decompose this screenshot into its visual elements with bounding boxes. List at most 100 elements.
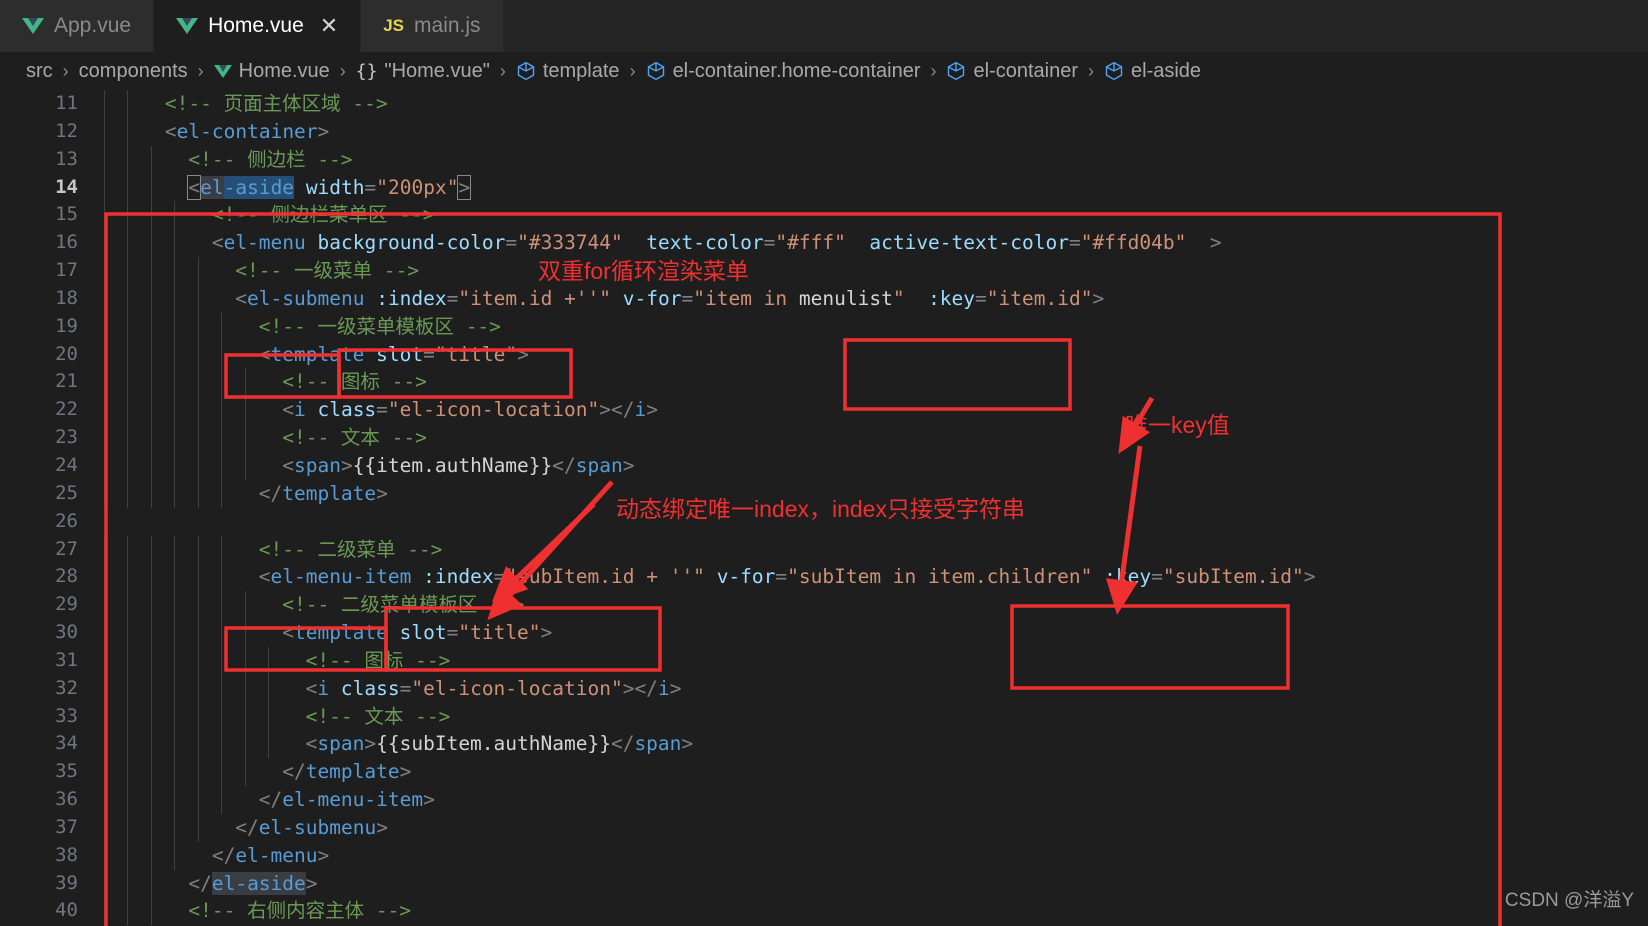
breadcrumb-item-home-vue-symbol[interactable]: {} "Home.vue": [356, 60, 490, 83]
indent-guide: [104, 869, 105, 898]
code-line[interactable]: 12 <el-container>: [0, 117, 1648, 146]
close-icon[interactable]: ✕: [320, 15, 338, 37]
line-number: 29: [55, 593, 78, 616]
indent-guide: [127, 591, 129, 620]
code-tokens: <!-- 一级菜单 -->: [235, 259, 419, 282]
breadcrumb-item-el-container[interactable]: el-container: [946, 60, 1078, 83]
code-line[interactable]: 16 <el-menu background-color="#333744" te…: [0, 229, 1648, 258]
code-line[interactable]: 19 <!-- 一级菜单模板区 -->: [0, 312, 1648, 341]
line-number: 15: [55, 203, 78, 226]
code-line[interactable]: 20 <template slot="title">: [0, 340, 1648, 369]
breadcrumb-item-home-vue[interactable]: Home.vue: [213, 60, 330, 83]
breadcrumb-label: el-container.home-container: [672, 59, 921, 82]
code-line[interactable]: 37 </el-submenu>: [0, 813, 1648, 842]
code-token: template: [282, 481, 377, 505]
code-token: span: [317, 732, 365, 756]
indent-guide: [197, 479, 199, 508]
code-token: i: [317, 676, 330, 700]
indent-guide: [127, 312, 129, 341]
indent-guide: [127, 674, 129, 703]
code-line[interactable]: 33 <!-- 文本 -->: [0, 702, 1648, 731]
line-number: 20: [55, 342, 78, 365]
tab-main-js[interactable]: JS main.js: [361, 0, 504, 52]
watermark: CSDN @洋溢Y: [1504, 890, 1634, 911]
breadcrumb-item-components[interactable]: components: [79, 60, 188, 83]
code-line[interactable]: 11 <!-- 页面主体区域 -->: [0, 90, 1648, 118]
code-line[interactable]: 14 <el-aside width="200px">: [0, 173, 1648, 202]
code-token: "subItem.id + ''": [505, 565, 705, 589]
code-line[interactable]: 21 <!-- 图标 -->: [0, 368, 1648, 397]
code-token: =: [364, 175, 377, 199]
breadcrumb-item-el-container-home[interactable]: el-container.home-container: [646, 59, 921, 83]
code-token: >: [376, 481, 388, 505]
line-number: 17: [55, 259, 78, 282]
code-token: <!-- 图标 -->: [305, 648, 451, 672]
indent-guide: [127, 90, 129, 118]
code-line-content: <!-- 一级菜单模板区 -->: [104, 312, 1648, 341]
code-line[interactable]: 35 </template>: [0, 758, 1648, 787]
indent-guide: [197, 758, 199, 787]
code-line[interactable]: 38 </el-menu>: [0, 841, 1648, 870]
editor-tab-bar: App.vue Home.vue ✕ JS main.js: [0, 0, 1648, 52]
indent-guide: [127, 813, 129, 842]
code-line[interactable]: 40 <!-- 右侧内容主体 -->: [0, 897, 1648, 926]
code-line[interactable]: 29 <!-- 二级菜单模板区 -->: [0, 591, 1648, 620]
breadcrumb-item-src[interactable]: src: [26, 60, 53, 83]
code-line[interactable]: 26: [0, 508, 1648, 536]
code-line[interactable]: 30 <template slot="title">: [0, 619, 1648, 647]
code-token: "subItem in item.children": [787, 565, 1093, 589]
indent-guide: [174, 201, 176, 230]
code-token: >: [305, 871, 318, 895]
code-line[interactable]: 15 <!-- 侧边栏菜单区 -->: [0, 201, 1648, 230]
code-line[interactable]: 25 </template>: [0, 479, 1648, 508]
code-line[interactable]: 32 <i class="el-icon-location"></i>: [0, 674, 1648, 703]
indent-guide: [150, 451, 152, 480]
line-number: 18: [55, 286, 78, 309]
code-line[interactable]: 34 <span>{{subItem.authName}}</span>: [0, 730, 1648, 759]
code-editor[interactable]: 11 <!-- 页面主体区域 --> 12 <el-container> 13 <!-- …: [0, 90, 1648, 926]
code-line-content: </template>: [104, 758, 1648, 787]
code-line[interactable]: 17 <!-- 一级菜单 -->: [0, 257, 1648, 285]
js-icon: JS: [383, 16, 405, 35]
indent-guide: [104, 563, 105, 592]
indent-guide: [197, 786, 199, 814]
code-token: <!-- 一级菜单 -->: [235, 259, 419, 283]
tab-home-vue[interactable]: Home.vue ✕: [154, 0, 362, 52]
code-line[interactable]: 28 <el-menu-item :index="subItem.id + ''"…: [0, 563, 1648, 592]
code-token: <: [211, 231, 224, 255]
line-number: 27: [55, 537, 78, 560]
indent-guide: [127, 646, 129, 675]
code-tokens: <i class="el-icon-location"></i>: [282, 398, 658, 421]
code-line-content: <!-- 侧边栏菜单区 -->: [104, 201, 1648, 230]
code-line[interactable]: 31 <!-- 图标 -->: [0, 646, 1648, 675]
line-number: 31: [55, 648, 78, 671]
indent-guide: [221, 340, 223, 369]
code-token: =: [763, 231, 776, 255]
indent-guide: [244, 619, 246, 647]
breadcrumb-item-template[interactable]: template: [516, 60, 620, 83]
code-tokens: </el-menu-item>: [259, 788, 435, 811]
code-line[interactable]: 18 <el-submenu :index="item.id +''" v-for…: [0, 284, 1648, 313]
indent-guide: [174, 730, 176, 759]
indent-guide: [150, 145, 152, 174]
code-line[interactable]: 24 <span>{{item.authName}}</span>: [0, 451, 1648, 480]
code-token: el-menu: [223, 231, 306, 255]
code-line-content: <!-- 侧边栏 -->: [104, 145, 1648, 174]
code-token: width: [305, 175, 365, 199]
code-line[interactable]: 39 </el-aside>: [0, 869, 1648, 898]
code-token: text-color: [646, 231, 764, 255]
indent-guide: [104, 117, 105, 146]
breadcrumb-item-el-aside[interactable]: el-aside: [1104, 60, 1201, 83]
code-token: <!-- 页面主体区域 -->: [164, 92, 388, 115]
indent-guide: [174, 424, 176, 452]
code-line[interactable]: 23 <!-- 文本 -->: [0, 424, 1648, 452]
code-line[interactable]: 27 <!-- 二级菜单 -->: [0, 535, 1648, 564]
tab-bar-filler: [503, 0, 1648, 52]
code-line[interactable]: 13 <!-- 侧边栏 -->: [0, 145, 1648, 174]
indent-guide: [104, 674, 105, 703]
tab-app-vue[interactable]: App.vue: [0, 0, 155, 52]
code-line[interactable]: 22 <i class="el-icon-location"></i>: [0, 396, 1648, 425]
code-line[interactable]: 36 </el-menu-item>: [0, 786, 1648, 814]
